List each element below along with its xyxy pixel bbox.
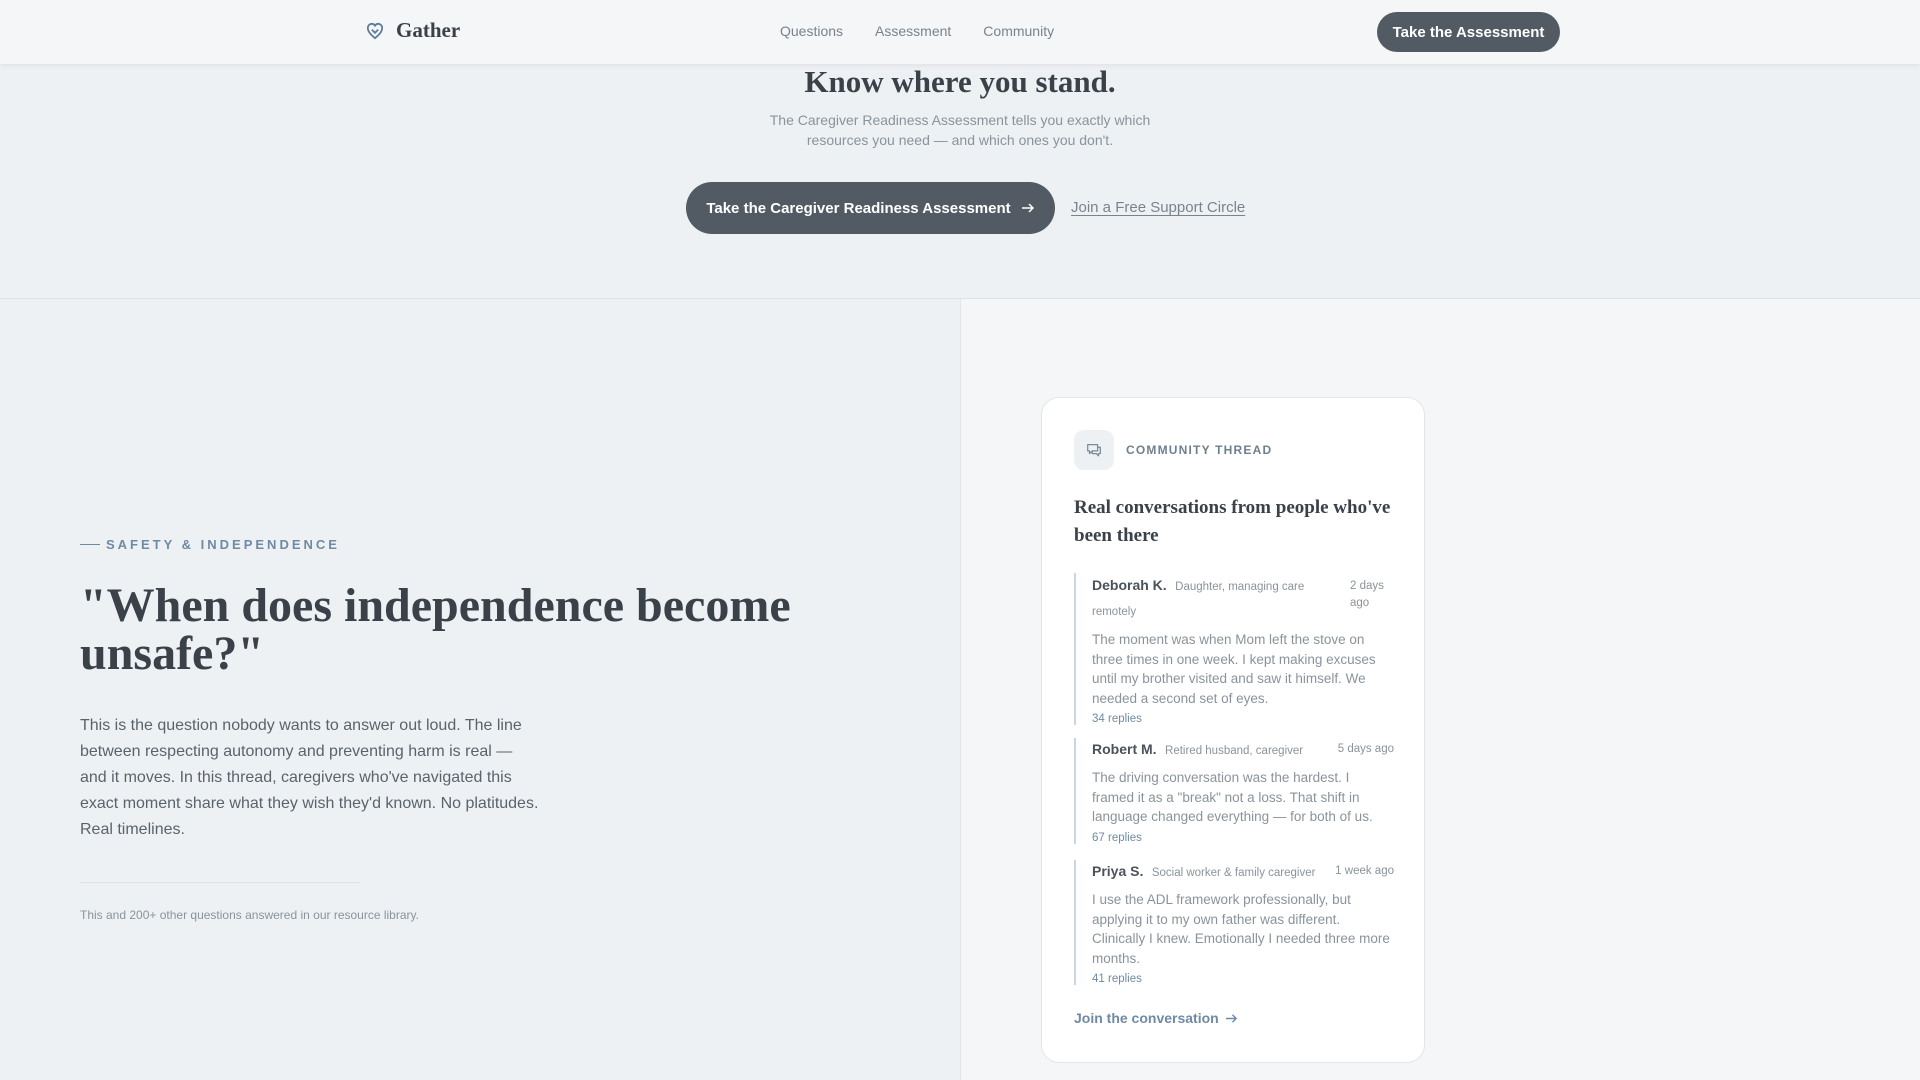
thread-post[interactable]: Robert M. Retired husband, caregiver 5 d… (1074, 738, 1394, 844)
arrow-right-icon (1021, 203, 1034, 213)
thread-post[interactable]: Priya S. Social worker & family caregive… (1074, 860, 1394, 985)
post-replies[interactable]: 34 replies (1092, 713, 1394, 725)
readiness-assessment-label: Take the Caregiver Readiness Assessment (706, 199, 1011, 217)
nav-links: Questions Assessment Community (780, 23, 1054, 39)
hero-subtitle: The Caregiver Readiness Assessment tells… (769, 112, 1151, 148)
brand[interactable]: Gather (366, 18, 460, 43)
feature-question-panel: SAFETY & INDEPENDENCE "When does indepen… (0, 299, 960, 1080)
join-conversation-link[interactable]: Join the conversation (1074, 1010, 1238, 1026)
nav-link-assessment[interactable]: Assessment (875, 23, 951, 39)
post-body: I use the ADL framework professionally, … (1092, 892, 1390, 966)
join-conversation-label: Join the conversation (1074, 1010, 1219, 1026)
post-time: 1 week ago (1335, 865, 1394, 877)
feature-footnote: This and 200+ other questions answered i… (80, 908, 419, 922)
post-header: Priya S. Social worker & family caregive… (1092, 860, 1394, 884)
post-author: Deborah K. (1092, 577, 1167, 593)
eyebrow-label: SAFETY & INDEPENDENCE (106, 537, 340, 552)
feature-body: This is the question nobody wants to ans… (80, 717, 539, 838)
eyebrow: SAFETY & INDEPENDENCE (80, 537, 340, 552)
post-body: The moment was when Mom left the stove o… (1092, 632, 1376, 706)
post-header: Deborah K. Daughter, managing care remot… (1092, 573, 1394, 624)
post-replies[interactable]: 41 replies (1092, 973, 1394, 985)
card-label: COMMUNITY THREAD (1126, 443, 1273, 457)
card-header: COMMUNITY THREAD (1074, 430, 1272, 470)
post-author: Robert M. (1092, 741, 1157, 757)
post-role: Retired husband, caregiver (1165, 745, 1304, 757)
post-replies[interactable]: 67 replies (1092, 832, 1394, 844)
brand-name: Gather (396, 18, 461, 42)
readiness-assessment-button[interactable]: Take the Caregiver Readiness Assessment (686, 182, 1055, 234)
post-time: 2 days ago (1350, 580, 1384, 609)
post-byline: Deborah K. Daughter, managing care remot… (1092, 573, 1324, 624)
feature-divider (80, 882, 360, 883)
hero-title: Know where you stand. (804, 64, 1116, 99)
support-circle-link[interactable]: Join a Free Support Circle (1071, 199, 1245, 216)
hero-section: Know where you stand. The Caregiver Read… (0, 64, 1920, 298)
top-nav: Gather Questions Assessment Community Ta… (0, 0, 1920, 64)
post-time: 5 days ago (1337, 743, 1394, 755)
take-assessment-button[interactable]: Take the Assessment (1377, 12, 1560, 52)
arrow-right-icon (1225, 1013, 1237, 1023)
post-header: Robert M. Retired husband, caregiver 5 d… (1092, 738, 1394, 762)
eyebrow-line (80, 544, 100, 545)
heart-shield-icon (366, 22, 384, 39)
post-body: The driving conversation was the hardest… (1092, 770, 1373, 824)
post-role: Social worker & family caregiver (1151, 867, 1316, 879)
card-title: Real conversations from people who've be… (1074, 497, 1391, 546)
community-thread-card: COMMUNITY THREAD Real conversations from… (1041, 397, 1425, 1063)
chat-bubbles-icon (1087, 443, 1101, 457)
feature-question: "When does independence become unsafe?" (80, 579, 791, 680)
thread-post[interactable]: Deborah K. Daughter, managing care remot… (1074, 573, 1394, 725)
nav-link-questions[interactable]: Questions (780, 23, 843, 39)
card-icon-badge (1074, 430, 1114, 470)
nav-link-community[interactable]: Community (983, 23, 1054, 39)
post-author: Priya S. (1092, 863, 1144, 879)
